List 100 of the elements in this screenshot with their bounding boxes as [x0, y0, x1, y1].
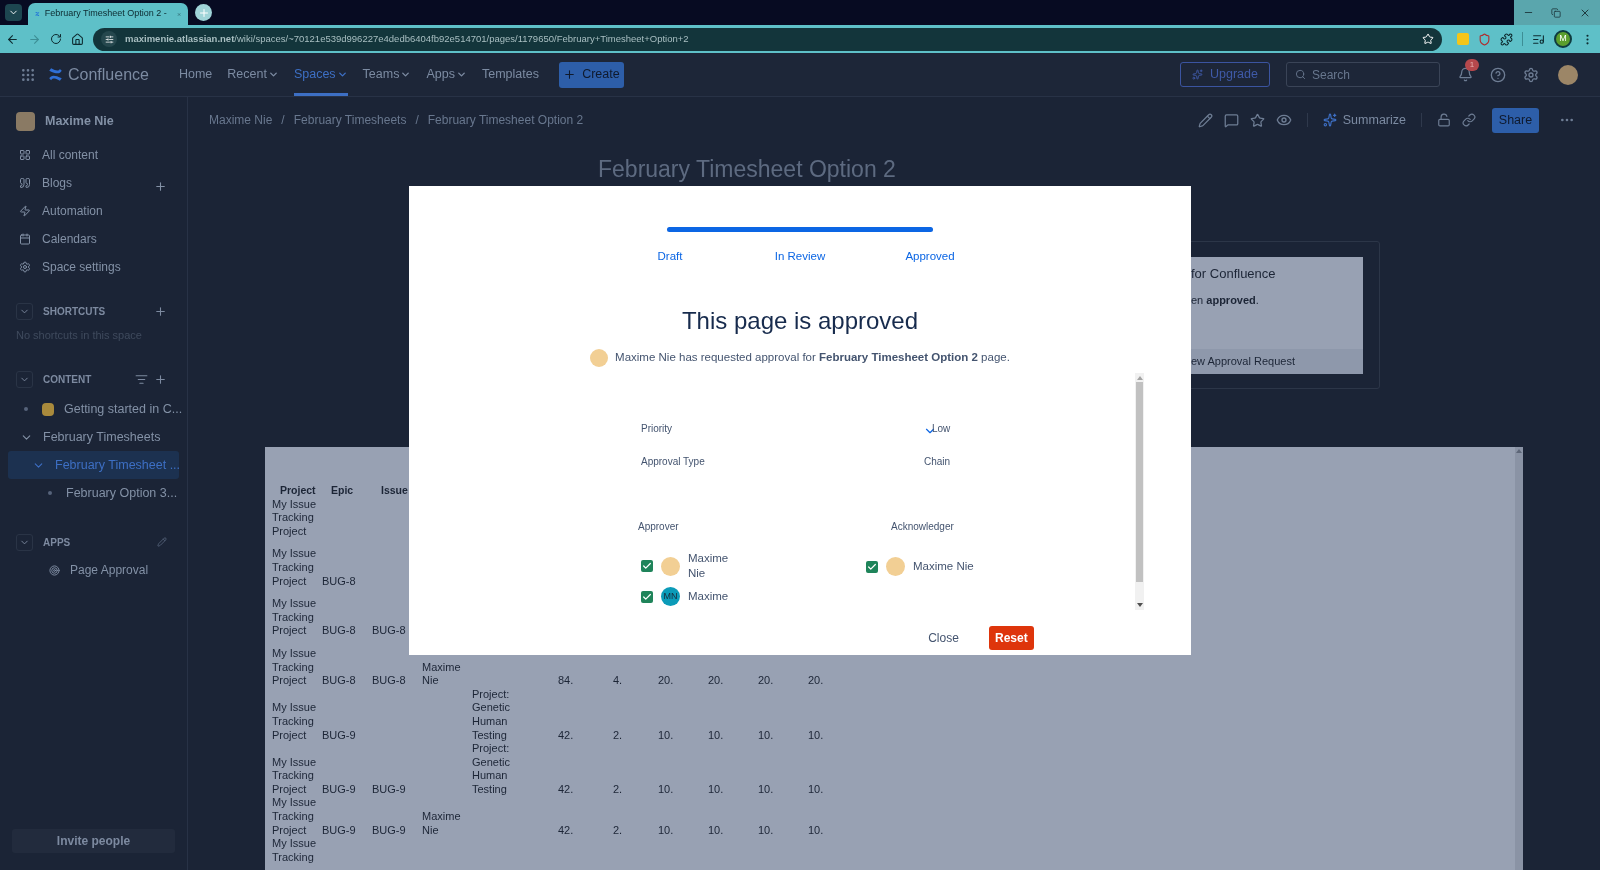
sliders-icon: [104, 34, 114, 44]
view-request-link[interactable]: ew Approval Request: [1191, 349, 1363, 374]
notifications-icon[interactable]: [1458, 67, 1473, 82]
table-cell-text: My Issue Tracking Project: [272, 701, 317, 743]
table-cell-text: My Issue Tracking Project: [272, 646, 317, 688]
page-title: February Timesheets: [43, 428, 161, 446]
breadcrumb-link[interactable]: February Timesheet Option 2: [427, 111, 584, 129]
chevron-icon: [400, 69, 412, 80]
add-icon[interactable]: [154, 304, 167, 318]
table-cell-text: Maxime Nie: [422, 660, 462, 688]
summarize-button[interactable]: Summarize: [1322, 110, 1406, 130]
browser-tab[interactable]: February Timesheet Option 2 -: [28, 3, 188, 25]
settings-icon[interactable]: [1523, 66, 1539, 83]
back-icon[interactable]: [6, 32, 19, 46]
comment-icon[interactable]: [1223, 112, 1239, 128]
sidebar-item[interactable]: Automation: [0, 197, 187, 225]
watch-icon[interactable]: [1275, 112, 1292, 128]
table-cell-text: My Issue Tracking Project: [272, 597, 317, 638]
table-cell-text: My Issue Tracking Project: [272, 796, 317, 838]
extensions-icon[interactable]: [1500, 32, 1513, 46]
quote-icon: [19, 177, 31, 189]
share-button[interactable]: Share: [1492, 107, 1539, 133]
avatar: MN: [661, 587, 680, 606]
address-field[interactable]: maximenie.atlassian.net/wiki/spaces/~70121e539d996227e4dedb6404fb92e514701/pages/1179650/February+Timesheet+Option+2: [93, 27, 1442, 51]
page-tree-item[interactable]: February Timesheet ...: [8, 451, 179, 479]
sidebar-item[interactable]: Blogs: [0, 169, 187, 197]
reload-icon[interactable]: [50, 33, 62, 45]
add-icon[interactable]: [154, 179, 167, 193]
page-tree-item[interactable]: February Timesheets: [8, 423, 179, 451]
edit-icon[interactable]: [1197, 112, 1213, 128]
grid-icon: [19, 149, 31, 161]
table-cell-text: 20.: [708, 674, 725, 688]
settings-icon: [19, 261, 31, 273]
breadcrumb-link[interactable]: Maxime Nie: [209, 111, 273, 129]
step-label: Draft: [657, 250, 683, 262]
dialog-title: This page is approved: [681, 306, 919, 336]
checkbox[interactable]: [641, 590, 653, 603]
checkbox[interactable]: [641, 560, 653, 572]
table-cell-text: 84.: [558, 674, 575, 688]
app-item[interactable]: Page Approval: [0, 555, 187, 585]
upgrade-button[interactable]: Upgrade: [1180, 62, 1270, 87]
reset-button[interactable]: Reset: [988, 626, 1034, 650]
checkmark-icon: [642, 591, 652, 602]
acknowledger-label: Acknowledger: [891, 520, 955, 534]
calendar-icon: [19, 233, 31, 245]
space-name[interactable]: Maxime Nie: [45, 111, 114, 131]
bookmark-star-icon[interactable]: [1422, 33, 1434, 45]
help-icon[interactable]: [1490, 66, 1506, 83]
nav-tab[interactable]: Home: [178, 53, 213, 96]
sparkle-icon: [1322, 113, 1337, 127]
star-icon[interactable]: [1249, 112, 1265, 128]
logo-icon: [48, 67, 63, 82]
sidebar-item[interactable]: Calendars: [0, 225, 187, 253]
page-title: February Timesheet ...: [55, 456, 181, 474]
table-cell-text: 2.: [613, 728, 624, 743]
table-cell-text: 2.: [613, 823, 624, 838]
add-icon[interactable]: [154, 372, 167, 386]
table-cell-text: 42.: [558, 823, 575, 838]
sidebar-item[interactable]: All content: [0, 141, 187, 169]
table-cell-text: BUG-8: [372, 624, 407, 638]
page-tree-item[interactable]: February Option 3...: [8, 479, 179, 507]
product-name[interactable]: Confluence: [68, 62, 149, 87]
create-button[interactable]: Create: [558, 61, 624, 88]
tab-list-button[interactable]: [5, 4, 22, 21]
home-icon[interactable]: [71, 32, 84, 46]
app-switcher-icon[interactable]: [20, 66, 36, 83]
checkbox[interactable]: [866, 560, 878, 573]
new-tab-button[interactable]: [195, 4, 212, 21]
lock-icon[interactable]: [1437, 113, 1451, 127]
restore-icon: [1551, 7, 1561, 18]
chevron-icon: [336, 69, 348, 80]
nav-tab[interactable]: Teams: [362, 53, 412, 96]
step-label: In Review: [774, 250, 826, 262]
checkmark-icon: [642, 561, 652, 571]
section-title: SHORTCUTS: [43, 304, 106, 319]
table-cell-text: BUG-8: [322, 574, 357, 589]
media-icon[interactable]: [1532, 32, 1545, 46]
invite-button[interactable]: Invite people: [12, 829, 175, 853]
breadcrumb-link[interactable]: February Timesheets: [293, 111, 407, 129]
close-button[interactable]: Close: [922, 626, 965, 650]
link-icon[interactable]: [1462, 113, 1476, 127]
table-cell-text: 10.: [808, 823, 825, 838]
nav-tab[interactable]: Spaces: [293, 53, 348, 96]
filter-icon[interactable]: [135, 372, 148, 386]
shield-icon[interactable]: [1478, 32, 1491, 46]
nav-tab[interactable]: Recent: [227, 53, 279, 96]
search-field[interactable]: Search: [1286, 62, 1440, 87]
column-header: Issue: [381, 484, 408, 496]
site-info-button[interactable]: [101, 31, 117, 47]
sidebar-item[interactable]: Space settings: [0, 253, 187, 281]
nav-tab[interactable]: Apps: [426, 53, 467, 96]
table-cell-text: 20.: [658, 674, 675, 688]
bullet-icon: [48, 491, 52, 495]
space-avatar: [16, 111, 35, 131]
user-avatar[interactable]: [1558, 64, 1578, 85]
field-value: Chain: [924, 455, 951, 469]
table-cell-text: BUG-9: [372, 823, 407, 838]
tab-title: February Timesheet Option 2 -: [44, 7, 167, 21]
profile-button[interactable]: M: [1554, 30, 1572, 48]
nav-tab[interactable]: Templates: [481, 53, 539, 96]
